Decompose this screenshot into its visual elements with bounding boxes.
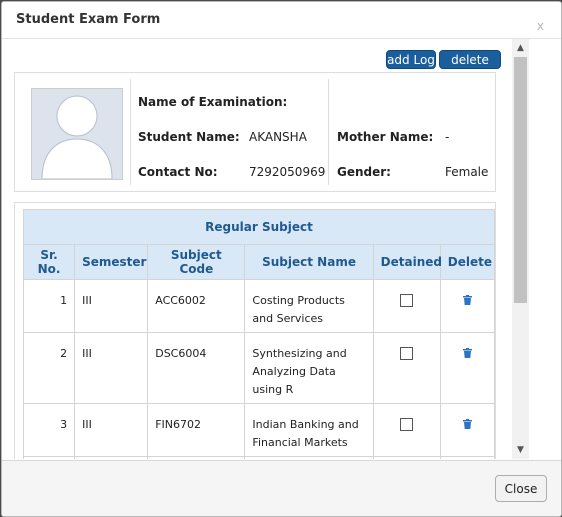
delete-cell xyxy=(439,332,496,404)
subject-name-cell: Costing Products and Services xyxy=(244,279,374,333)
column-header-detained: Detained xyxy=(372,244,442,280)
semester-cell: III xyxy=(74,279,149,333)
semester-cell: III xyxy=(74,403,149,457)
student-exam-form-dialog: Student Exam Form x add Log delete Log N… xyxy=(1,1,562,517)
add-log-button[interactable]: add Log xyxy=(386,50,436,69)
subject-name-cell: Indian Banking and Financial Markets xyxy=(244,403,374,457)
detained-checkbox[interactable] xyxy=(400,418,414,431)
trash-icon[interactable] xyxy=(462,417,472,435)
column-header-subject-name: Subject Name xyxy=(244,244,374,280)
sr-no-cell: 1 xyxy=(22,279,76,333)
column-header-delete: Delete xyxy=(439,244,496,280)
chevron-down-icon[interactable]: ▼ xyxy=(512,443,529,457)
table-row: 2 III DSC6004 Synthesizing and Analyzing… xyxy=(22,332,496,404)
contact-no-label: Contact No: xyxy=(138,165,218,179)
scrollbar-thumb[interactable] xyxy=(514,57,527,303)
vertical-scrollbar[interactable]: ▲ ▼ xyxy=(512,39,529,459)
gender-value: Female xyxy=(445,165,489,179)
column-header-semester: Semester xyxy=(74,244,149,280)
detained-cell xyxy=(372,403,441,457)
trash-icon[interactable] xyxy=(462,346,472,364)
subject-name-cell: Synthesizing and Analyzing Data using R xyxy=(244,332,374,404)
dialog-body: add Log delete Log Name of Examination: … xyxy=(2,39,529,459)
exam-name-label: Name of Examination: xyxy=(138,95,288,109)
dialog-title: Student Exam Form xyxy=(16,12,161,27)
detained-cell xyxy=(372,332,441,404)
table-cell xyxy=(244,456,374,459)
gender-label: Gender: xyxy=(337,165,391,179)
subject-code-cell: ACC6002 xyxy=(147,279,246,333)
detained-cell xyxy=(372,279,441,333)
dialog-titlebar: Student Exam Form x xyxy=(2,2,561,39)
trash-icon[interactable] xyxy=(462,293,472,311)
table-cell xyxy=(439,456,496,459)
column-header-sr-no: Sr. No. xyxy=(22,244,76,280)
table-row: 1 III ACC6002 Costing Products and Servi… xyxy=(22,279,496,333)
table-cell xyxy=(147,456,246,459)
subject-code-cell: FIN6702 xyxy=(147,403,246,457)
sr-no-cell: 3 xyxy=(22,403,76,457)
student-info-panel: Name of Examination: Student Name: AKANS… xyxy=(14,72,496,192)
table-row: 3 III FIN6702 Indian Banking and Financi… xyxy=(22,403,496,457)
delete-cell xyxy=(439,403,496,457)
regular-subject-table: Regular Subject Sr. No. Semester Subject… xyxy=(22,209,496,459)
delete-cell xyxy=(439,279,496,333)
table-row xyxy=(22,456,496,459)
detained-checkbox[interactable] xyxy=(400,347,414,360)
semester-cell: III xyxy=(74,332,149,404)
chevron-up-icon[interactable]: ▲ xyxy=(512,41,529,55)
delete-log-button[interactable]: delete Log xyxy=(439,50,501,86)
dialog-footer: Close xyxy=(2,460,561,516)
contact-no-value: 7292050969 xyxy=(249,165,326,179)
sr-no-cell: 2 xyxy=(22,332,76,404)
column-header-subject-code: Subject Code xyxy=(147,244,246,280)
subject-code-cell: DSC6004 xyxy=(147,332,246,404)
regular-subject-panel: Regular Subject Sr. No. Semester Subject… xyxy=(14,202,496,459)
close-icon[interactable]: x xyxy=(537,20,544,32)
student-name-value: AKANSHA xyxy=(249,130,307,144)
detained-checkbox[interactable] xyxy=(400,294,414,307)
regular-subject-heading: Regular Subject xyxy=(23,209,495,245)
table-cell xyxy=(22,456,76,459)
table-cell xyxy=(74,456,149,459)
info-divider xyxy=(328,79,329,185)
mother-name-label: Mother Name: xyxy=(337,130,434,144)
info-divider xyxy=(130,79,131,185)
student-name-label: Student Name: xyxy=(138,130,240,144)
mother-name-value: - xyxy=(445,130,450,144)
close-button[interactable]: Close xyxy=(495,475,547,502)
user-avatar-icon xyxy=(31,88,123,180)
table-cell xyxy=(372,456,441,459)
